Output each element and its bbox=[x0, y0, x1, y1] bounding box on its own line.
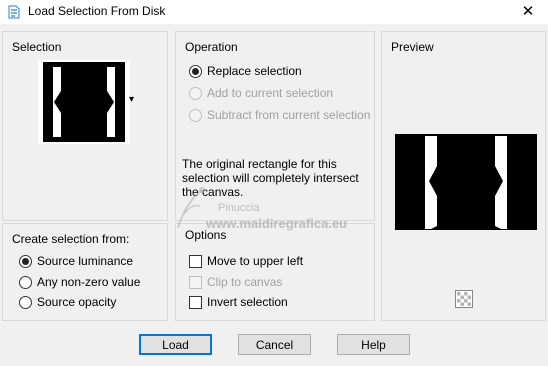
radio-button[interactable] bbox=[19, 275, 32, 289]
radio-subtract-selection[interactable]: Subtract from current selection bbox=[189, 108, 370, 122]
radio-label: Source luminance bbox=[37, 254, 134, 268]
radio-button[interactable] bbox=[189, 86, 202, 100]
preview-panel: Preview bbox=[381, 31, 546, 321]
checkbox-label: Invert selection bbox=[207, 295, 288, 309]
checkbox-invert-selection[interactable]: Invert selection bbox=[189, 295, 288, 309]
radio-button[interactable] bbox=[189, 64, 202, 78]
checkbox-label: Clip to canvas bbox=[207, 275, 283, 289]
checkbox-label: Move to upper left bbox=[207, 254, 304, 268]
checkbox[interactable] bbox=[189, 275, 202, 289]
operation-message: The original rectangle for this selectio… bbox=[182, 157, 359, 199]
checkbox[interactable] bbox=[189, 254, 202, 268]
radio-source-opacity[interactable]: Source opacity bbox=[19, 295, 116, 309]
preview-title: Preview bbox=[391, 40, 434, 54]
watermark-logo-icon bbox=[177, 187, 205, 229]
app-icon bbox=[8, 5, 20, 19]
operation-title: Operation bbox=[185, 40, 238, 54]
radio-source-luminance[interactable]: Source luminance bbox=[19, 254, 133, 268]
help-button[interactable]: Help bbox=[337, 334, 410, 355]
radio-label: Replace selection bbox=[207, 64, 302, 78]
selection-thumbnail[interactable] bbox=[38, 60, 130, 144]
preview-image bbox=[395, 134, 537, 230]
radio-label: Add to current selection bbox=[207, 86, 334, 100]
watermark-name: Pinuccia bbox=[218, 202, 260, 214]
radio-any-non-zero[interactable]: Any non-zero value bbox=[19, 275, 140, 289]
selection-title: Selection bbox=[12, 40, 62, 54]
transparency-toggle-icon[interactable] bbox=[455, 290, 473, 308]
checkbox-clip-to-canvas[interactable]: Clip to canvas bbox=[189, 275, 282, 289]
close-button[interactable]: ✕ bbox=[508, 0, 548, 24]
title-bar: Load Selection From Disk ✕ bbox=[0, 0, 548, 24]
load-button[interactable]: Load bbox=[139, 334, 212, 355]
radio-button[interactable] bbox=[19, 254, 32, 268]
create-from-title: Create selection from: bbox=[12, 232, 130, 246]
checkbox-move-upper-left[interactable]: Move to upper left bbox=[189, 254, 303, 268]
radio-button[interactable] bbox=[189, 108, 202, 122]
options-panel: Options Move to upper left Clip to canva… bbox=[175, 223, 375, 321]
radio-label: Any non-zero value bbox=[37, 275, 141, 289]
radio-replace-selection[interactable]: Replace selection bbox=[189, 64, 302, 78]
cancel-button[interactable]: Cancel bbox=[238, 334, 311, 355]
radio-label: Source opacity bbox=[37, 295, 117, 309]
checkbox[interactable] bbox=[189, 295, 202, 309]
create-from-panel: Create selection from: Source luminance … bbox=[2, 223, 168, 321]
radio-button[interactable] bbox=[19, 295, 32, 309]
selection-panel: Selection ▾ bbox=[2, 31, 168, 221]
radio-label: Subtract from current selection bbox=[207, 108, 371, 122]
chevron-down-icon[interactable]: ▾ bbox=[129, 94, 134, 105]
window-title: Load Selection From Disk bbox=[28, 4, 166, 18]
watermark-url: www.maidiregrafica.eu bbox=[206, 216, 348, 231]
radio-add-selection[interactable]: Add to current selection bbox=[189, 86, 333, 100]
